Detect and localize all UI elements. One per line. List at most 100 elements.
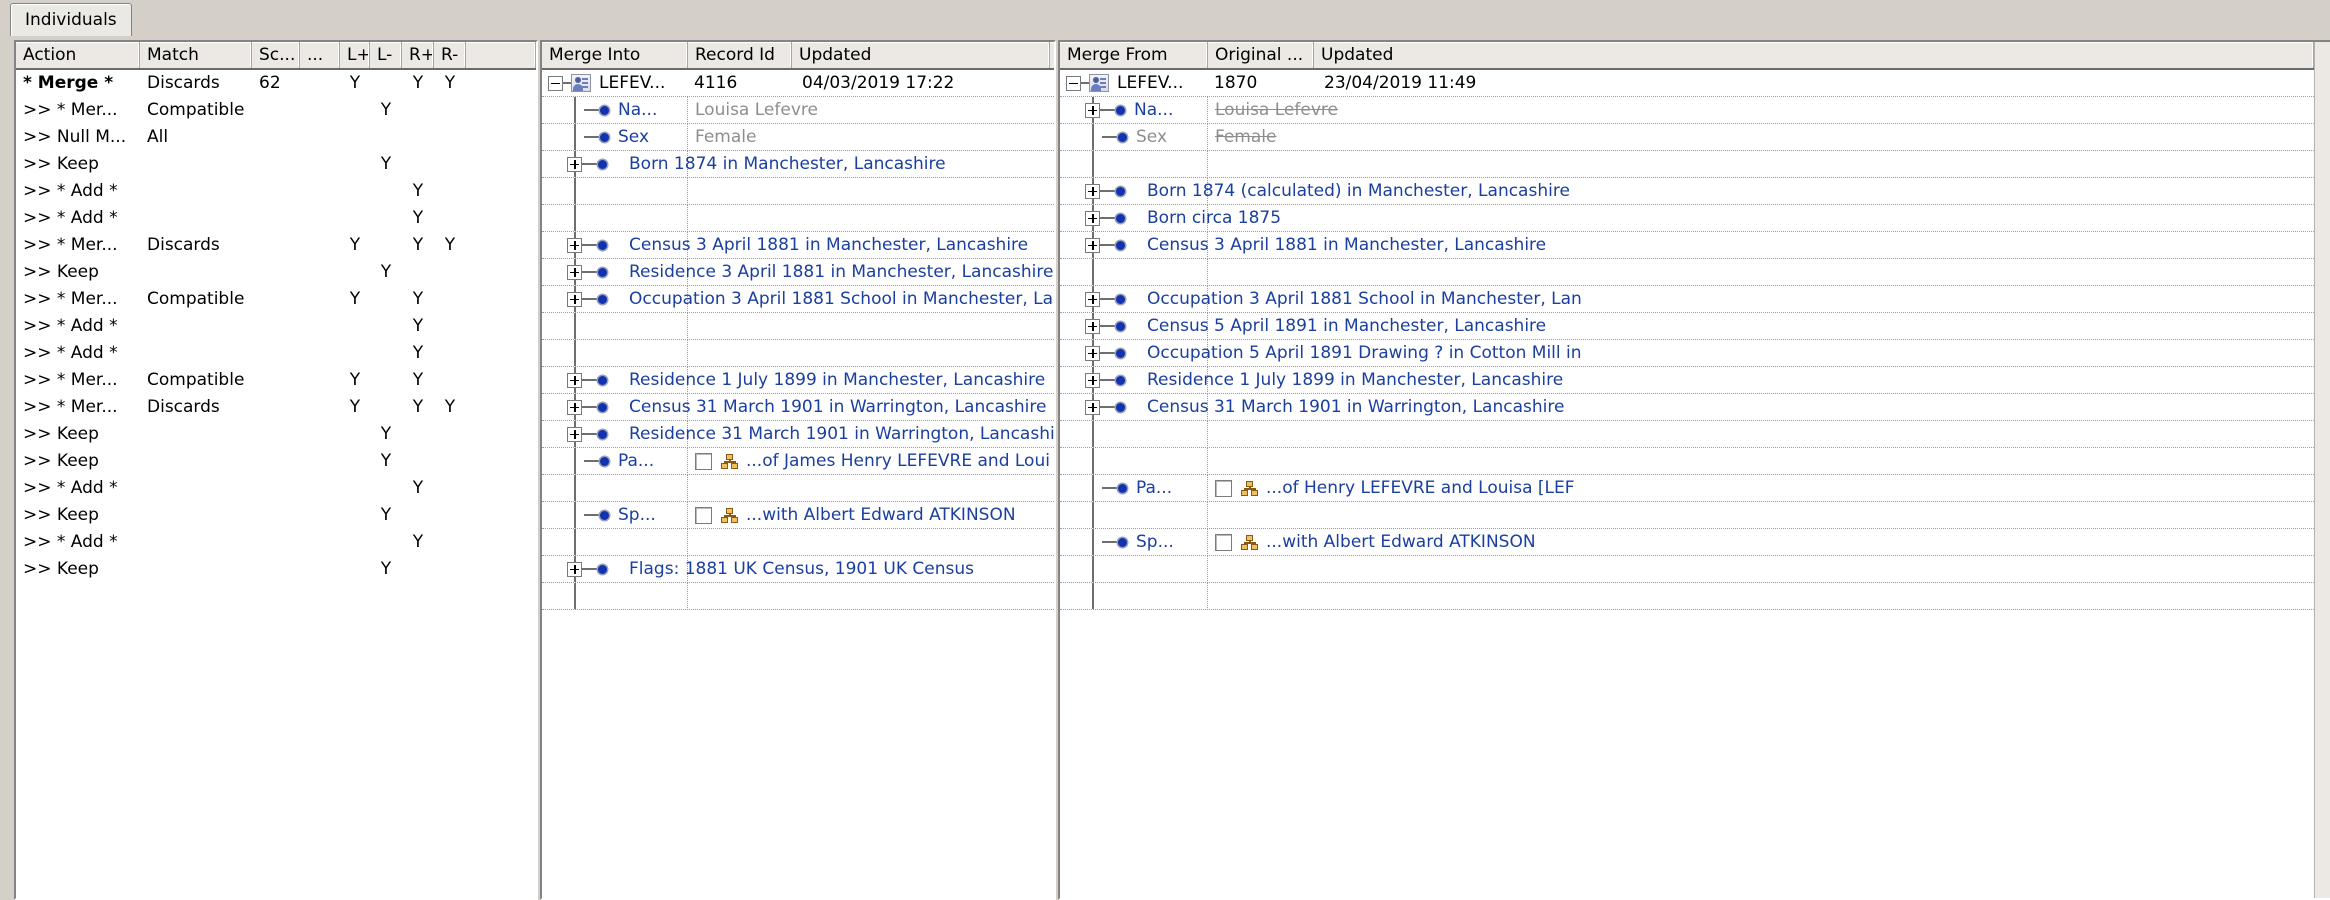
table-row[interactable]: >> * Mer... Discards Y Y Y (16, 232, 536, 259)
merge-from-root-row[interactable]: LEFEV... 1870 23/04/2019 11:49 (1060, 70, 2330, 97)
actions-header-rplus[interactable]: R+ (402, 42, 434, 68)
table-row[interactable]: * Merge * Discards 62 Y Y Y (16, 70, 536, 97)
merge-into-column-headers[interactable]: Merge Into Record Id Updated (542, 42, 1054, 70)
merge-into-row-checkbox[interactable] (695, 452, 712, 470)
collapse-toggle-icon[interactable] (1066, 75, 1081, 91)
cell-rplus: Y (412, 343, 424, 363)
table-row[interactable]: >> * Mer... Compatible Y Y (16, 286, 536, 313)
merge-into-blank-tree (542, 339, 688, 367)
expand-toggle-icon[interactable] (567, 291, 582, 307)
merge-from-row-checkbox[interactable] (1215, 479, 1232, 497)
expand-toggle-icon[interactable] (1085, 237, 1100, 253)
merge-from-tree-row[interactable]: Na... Louisa Lefevre (1060, 96, 2330, 124)
expand-toggle-icon[interactable] (1085, 102, 1100, 118)
cell-rplus: Y (412, 289, 424, 309)
merge-into-root-row[interactable]: LEFEV... 4116 04/03/2019 17:22 (542, 70, 1054, 97)
merge-from-blank-rest (1208, 502, 2330, 529)
actions-header-spare[interactable] (466, 42, 536, 68)
merge-into-header-tree[interactable]: Merge Into (542, 42, 688, 68)
merge-from-tree-row[interactable]: Residence 1 July 1899 in Manchester, Lan… (1060, 367, 2330, 394)
merge-from-tree-row[interactable]: Occupation 5 April 1891 Drawing ? in Cot… (1060, 340, 2330, 367)
merge-from-header-tree[interactable]: Merge From (1060, 42, 1208, 68)
merge-from-tree[interactable]: LEFEV... 1870 23/04/2019 11:49 Na... Louisa … (1060, 70, 2330, 610)
table-row[interactable]: >> Keep Y (16, 502, 536, 529)
merge-into-tree-row[interactable]: Occupation 3 April 1881 School in Manche… (542, 286, 1054, 313)
merge-from-tree-row[interactable]: Occupation 3 April 1881 School in Manche… (1060, 286, 2330, 313)
table-row[interactable]: >> * Add * Y (16, 529, 536, 556)
merge-into-blank-rest (688, 583, 1054, 610)
merge-into-tree-row[interactable]: Flags: 1881 UK Census, 1901 UK Census (542, 556, 1054, 583)
merge-from-tree-row[interactable]: Sp... ...with Albert Edward ATKINSON (1060, 528, 2330, 556)
expand-toggle-icon[interactable] (1085, 372, 1100, 388)
actions-header-score[interactable]: Sc... (252, 42, 300, 68)
expand-toggle-icon[interactable] (567, 372, 582, 388)
table-row[interactable]: >> Null M... All (16, 124, 536, 151)
merge-from-header-original[interactable]: Original ... (1208, 42, 1314, 68)
expand-toggle-icon[interactable] (567, 426, 582, 442)
merge-from-row-checkbox[interactable] (1215, 533, 1232, 551)
merge-into-row-label: Sp... (618, 505, 656, 525)
merge-into-tree-row[interactable]: Residence 31 March 1901 in Warrington, L… (542, 421, 1054, 448)
table-row[interactable]: >> Keep Y (16, 259, 536, 286)
table-row[interactable]: >> Keep Y (16, 556, 536, 583)
actions-header-rminus[interactable]: R- (434, 42, 466, 68)
merge-into-tree-row[interactable]: Sex Female (542, 123, 1054, 151)
table-row[interactable]: >> * Add * Y (16, 340, 536, 367)
table-row[interactable]: >> Keep Y (16, 421, 536, 448)
merge-from-tree-row[interactable]: Census 31 March 1901 in Warrington, Lanc… (1060, 394, 2330, 421)
merge-into-tree-row[interactable]: Na... Louisa Lefevre (542, 96, 1054, 124)
cell-lminus: Y (380, 424, 392, 444)
expand-toggle-icon[interactable] (567, 156, 582, 172)
expand-toggle-icon[interactable] (1085, 399, 1100, 415)
merge-from-tree-row[interactable]: Born 1874 (calculated) in Manchester, La… (1060, 178, 2330, 205)
merge-from-tree-row[interactable]: Census 5 April 1891 in Manchester, Lanca… (1060, 313, 2330, 340)
merge-from-row-tree-cell: Census 3 April 1881 in Manchester, Lanca… (1060, 232, 1546, 258)
vertical-scrollbar[interactable] (2314, 42, 2330, 898)
collapse-toggle-icon[interactable] (548, 75, 563, 91)
expand-toggle-icon[interactable] (567, 399, 582, 415)
table-row[interactable]: >> * Add * Y (16, 475, 536, 502)
table-row[interactable]: >> * Mer... Compatible Y (16, 97, 536, 124)
expand-toggle-icon[interactable] (1085, 210, 1100, 226)
merge-from-header-updated[interactable]: Updated (1314, 42, 2314, 68)
expand-toggle-icon[interactable] (567, 237, 582, 253)
table-row[interactable]: >> * Mer... Compatible Y Y (16, 367, 536, 394)
merge-into-header-record_id[interactable]: Record Id (688, 42, 792, 68)
merge-into-row-checkbox[interactable] (695, 506, 712, 524)
merge-into-tree-row[interactable]: Residence 3 April 1881 in Manchester, La… (542, 259, 1054, 286)
expand-toggle-icon[interactable] (1085, 318, 1100, 334)
expand-toggle-icon[interactable] (1085, 291, 1100, 307)
actions-column-headers[interactable]: Action Match Sc...... L+ L- R+ R- (16, 42, 536, 70)
actions-header-match[interactable]: Match (140, 42, 252, 68)
merge-from-column-headers[interactable]: Merge From Original ... Updated (1060, 42, 2330, 70)
merge-into-tree-row[interactable]: Pa... ...of James Henry LEFEVRE and Loui (542, 447, 1054, 475)
merge-into-header-updated[interactable]: Updated (792, 42, 1050, 68)
actions-row-list[interactable]: * Merge * Discards 62 Y Y Y >> * Mer... Compati… (16, 70, 536, 583)
actions-header-action[interactable]: Action (16, 42, 140, 68)
table-row[interactable]: >> * Add * Y (16, 205, 536, 232)
cell-action: >> * Add * (23, 181, 118, 201)
merge-from-tree-row[interactable]: Born circa 1875 (1060, 205, 2330, 232)
expand-toggle-icon[interactable] (1085, 345, 1100, 361)
merge-into-tree-row[interactable]: Residence 1 July 1899 in Manchester, Lan… (542, 367, 1054, 394)
merge-from-tree-row[interactable]: Sex Female (1060, 123, 2330, 151)
table-row[interactable]: >> * Add * Y (16, 313, 536, 340)
tab-individuals[interactable]: Individuals (10, 3, 132, 37)
actions-header-pct[interactable]: ... (300, 42, 340, 68)
expand-toggle-icon[interactable] (1085, 183, 1100, 199)
actions-header-lminus[interactable]: L- (370, 42, 402, 68)
merge-from-tree-row[interactable]: Pa... ...of Henry LEFEVRE and Louisa [LEF (1060, 474, 2330, 502)
table-row[interactable]: >> Keep Y (16, 151, 536, 178)
merge-into-tree-row[interactable]: Census 31 March 1901 in Warrington, Lanc… (542, 394, 1054, 421)
actions-header-lplus[interactable]: L+ (340, 42, 370, 68)
table-row[interactable]: >> Keep Y (16, 448, 536, 475)
merge-into-tree-row[interactable]: Census 3 April 1881 in Manchester, Lanca… (542, 232, 1054, 259)
merge-into-tree-row[interactable]: Sp... ...with Albert Edward ATKINSON (542, 501, 1054, 529)
table-row[interactable]: >> * Mer... Discards Y Y Y (16, 394, 536, 421)
expand-toggle-icon[interactable] (567, 561, 582, 577)
table-row[interactable]: >> * Add * Y (16, 178, 536, 205)
merge-into-tree[interactable]: LEFEV... 4116 04/03/2019 17:22 Na... Louisa … (542, 70, 1054, 610)
expand-toggle-icon[interactable] (567, 264, 582, 280)
merge-from-tree-row[interactable]: Census 3 April 1881 in Manchester, Lanca… (1060, 232, 2330, 259)
merge-into-tree-row[interactable]: Born 1874 in Manchester, Lancashire (542, 151, 1054, 178)
